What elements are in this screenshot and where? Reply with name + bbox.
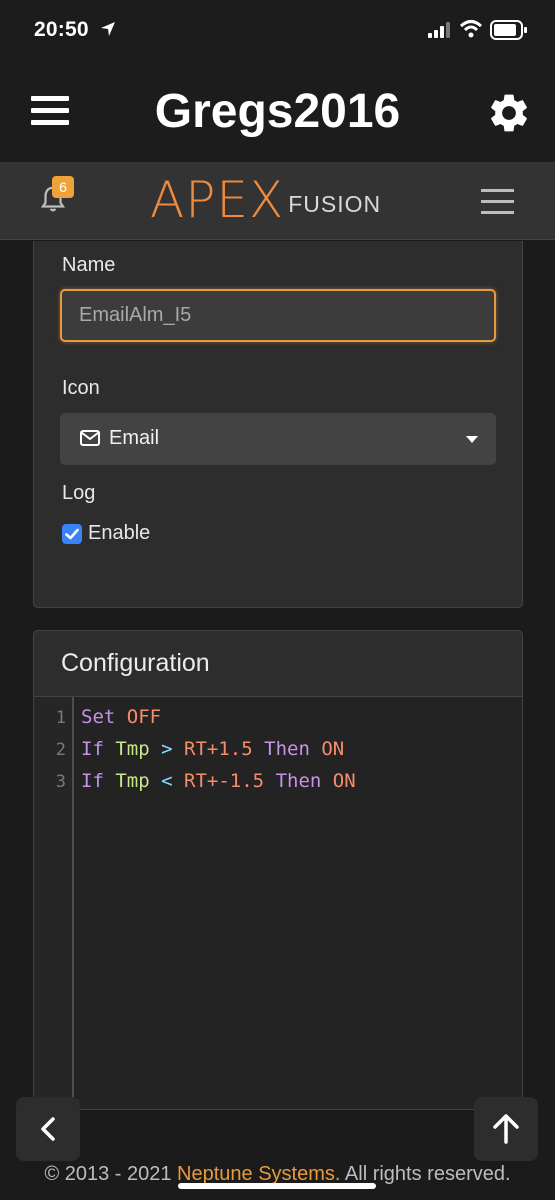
icon-select[interactable]: Email <box>60 413 496 465</box>
log-label: Log <box>62 482 96 504</box>
code-variable: Tmp <box>115 770 150 792</box>
checkmark-icon <box>65 528 79 540</box>
status-bar: 20:50 <box>0 0 555 62</box>
line-number-gutter: 1 2 3 <box>34 697 74 1109</box>
log-enable-label[interactable]: Enable <box>88 522 150 545</box>
chevron-down-icon <box>466 436 478 443</box>
app-header: Gregs2016 <box>0 62 555 162</box>
code-line: Set OFF <box>81 706 161 728</box>
output-settings-card: Name EmailAlm_I5 Icon Email Log Enable <box>33 241 523 608</box>
neptune-systems-link[interactable]: Neptune Systems. <box>177 1163 340 1185</box>
code-value: RT+1.5 <box>184 738 253 760</box>
notification-badge: 6 <box>52 176 74 198</box>
icon-select-value: Email <box>109 427 160 449</box>
icon-label: Icon <box>62 377 100 399</box>
page-title: Gregs2016 <box>154 85 401 138</box>
log-enable-checkbox[interactable] <box>62 524 82 544</box>
status-time: 20:50 <box>34 18 89 41</box>
location-arrow-icon <box>101 22 115 36</box>
battery-icon <box>490 20 527 40</box>
code-value: ON <box>321 738 345 760</box>
line-number: 2 <box>55 740 66 760</box>
code-keyword: Then <box>264 738 310 760</box>
line-number: 3 <box>55 772 66 792</box>
chevron-left-icon <box>41 1117 55 1141</box>
code-value: OFF <box>126 706 162 728</box>
footer-suffix: All rights reserved. <box>340 1163 511 1185</box>
code-keyword: If <box>81 738 104 760</box>
cell-signal-icon <box>428 22 450 38</box>
back-button[interactable] <box>16 1097 80 1161</box>
code-operator: > <box>161 738 173 760</box>
code-line: If Tmp > RT+1.5 Then ON <box>81 738 344 760</box>
logo-apex: APEX <box>150 171 285 229</box>
code-keyword: Then <box>275 770 322 792</box>
code-editor[interactable]: 1 2 3 Set OFF If Tmp > RT+1.5 Then ON If… <box>34 696 522 1109</box>
logo-fusion: FUSION <box>288 190 382 217</box>
configuration-title: Configuration <box>61 649 210 677</box>
gear-icon[interactable] <box>486 90 532 136</box>
code-line: If Tmp < RT+-1.5 Then ON <box>81 770 356 792</box>
arrow-up-icon <box>493 1114 519 1144</box>
scroll-to-top-button[interactable] <box>474 1097 538 1161</box>
main-content: Name EmailAlm_I5 Icon Email Log Enable C… <box>0 241 555 1200</box>
configuration-card: Configuration 1 2 3 Set OFF If Tmp > RT+… <box>33 630 523 1110</box>
code-operator: < <box>161 770 173 792</box>
wifi-icon <box>459 20 483 38</box>
footer-prefix: © 2013 - 2021 <box>44 1163 178 1185</box>
code-value: ON <box>332 770 356 792</box>
name-input[interactable]: EmailAlm_I5 <box>60 289 496 342</box>
name-label: Name <box>62 254 116 276</box>
code-keyword: Set <box>81 706 116 728</box>
nav-menu-icon[interactable] <box>481 189 514 214</box>
code-variable: Tmp <box>115 738 150 760</box>
envelope-icon <box>80 430 100 446</box>
line-number: 1 <box>55 708 66 728</box>
apex-fusion-logo: APEX FUSION <box>150 171 382 229</box>
home-indicator[interactable] <box>178 1183 376 1189</box>
code-value: RT+-1.5 <box>184 770 265 792</box>
code-keyword: If <box>81 770 104 792</box>
